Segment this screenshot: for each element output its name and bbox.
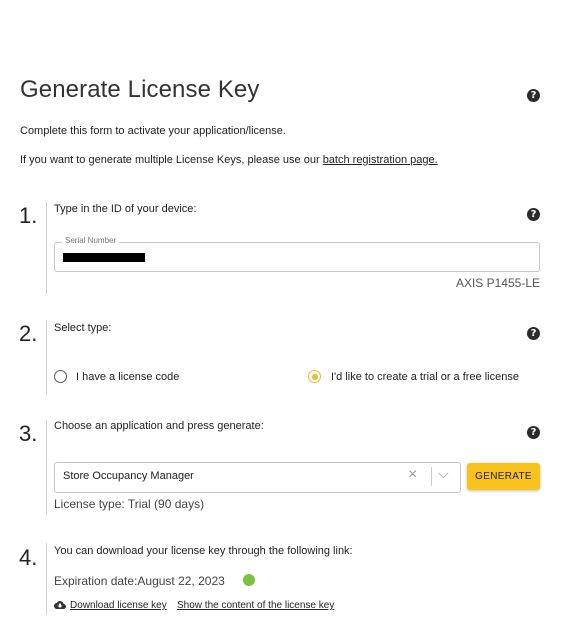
clear-icon[interactable]: × (408, 466, 417, 484)
step-1-label: Type in the ID of your device: (54, 203, 197, 215)
license-code-radio[interactable] (54, 370, 67, 383)
help-icon[interactable]: ? (527, 327, 540, 340)
generate-button[interactable]: GENERATE (467, 463, 540, 490)
serial-number-label: Serial Number (62, 236, 120, 245)
serial-number-value[interactable]: XXXXXXXXXX (63, 253, 145, 262)
step-4-number: 4. (19, 545, 38, 570)
batch-text: If you want to generate multiple License… (20, 154, 438, 166)
select-separator (431, 467, 432, 486)
application-select-value[interactable]: Store Occupancy Manager (63, 470, 194, 482)
step-2-number: 2. (19, 321, 38, 346)
step-2-divider (46, 320, 47, 395)
license-code-label[interactable]: I have a license code (76, 371, 179, 383)
help-icon[interactable]: ? (527, 208, 540, 221)
trial-license-radio[interactable] (308, 370, 321, 383)
help-icon[interactable]: ? (527, 89, 540, 102)
step-1-number: 1. (19, 203, 38, 228)
intro-text: Complete this form to activate your appl… (20, 125, 286, 137)
batch-registration-link[interactable]: batch registration page. (323, 154, 438, 166)
page-title: Generate License Key (20, 76, 260, 103)
status-dot-icon (243, 574, 255, 586)
download-cloud-icon[interactable] (54, 599, 66, 611)
step-2-label: Select type: (54, 322, 112, 334)
trial-license-label[interactable]: I'd like to create a trial or a free lic… (331, 371, 519, 383)
step-4-label: You can download your license key throug… (54, 545, 353, 557)
step-3-number: 3. (19, 421, 38, 446)
download-license-link[interactable]: Download license key (70, 600, 167, 611)
help-icon[interactable]: ? (527, 426, 540, 439)
show-license-content-link[interactable]: Show the content of the license key (177, 600, 334, 611)
chevron-down-icon[interactable]: ⌵ (438, 465, 449, 482)
step-3-divider (46, 420, 47, 515)
batch-prefix: If you want to generate multiple License… (20, 154, 323, 166)
step-3-label: Choose an application and press generate… (54, 420, 264, 432)
expiration-date: Expiration date:August 22, 2023 (54, 574, 225, 588)
device-model: AXIS P1455-LE (455, 276, 540, 290)
step-1-divider (46, 202, 47, 294)
license-type: License type: Trial (90 days) (54, 497, 205, 511)
step-4-divider (46, 543, 47, 615)
